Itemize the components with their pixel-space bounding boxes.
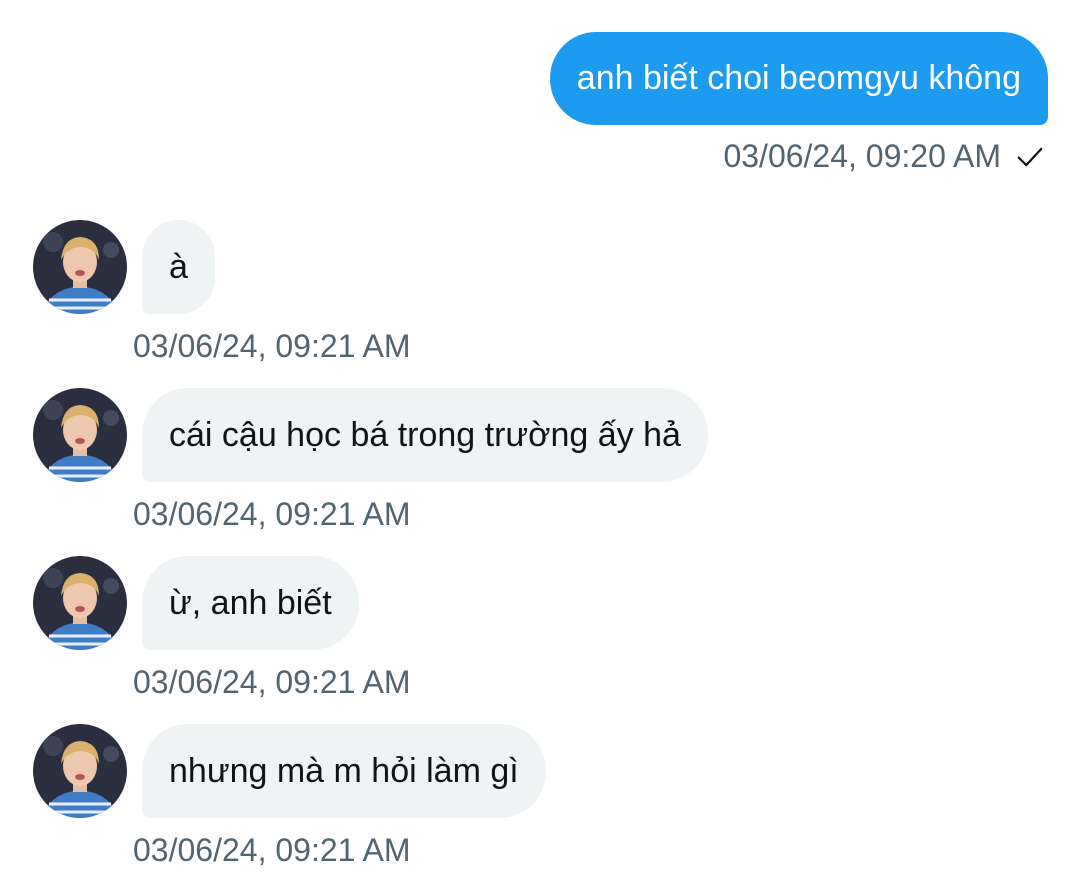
- avatar[interactable]: [33, 220, 127, 314]
- sent-message-bubble[interactable]: anh biết choi beomgyu không: [549, 32, 1048, 125]
- sent-message-timestamp: 03/06/24, 09:20 AM: [723, 138, 1001, 174]
- received-message: nhưng mà m hỏi làm gì 03/06/24, 09:21 AM: [0, 724, 1065, 868]
- received-message-bubble[interactable]: ừ, anh biết: [142, 556, 359, 650]
- received-message-text: cái cậu học bá trong trường ấy hả: [169, 415, 681, 454]
- received-message-bubble[interactable]: à: [142, 220, 215, 314]
- received-message-text: ừ, anh biết: [169, 583, 332, 622]
- sent-message-meta: 03/06/24, 09:20 AM: [723, 138, 1045, 175]
- checkmark-icon: [1017, 147, 1043, 166]
- received-message-text: à: [169, 247, 188, 286]
- sent-message-text: anh biết choi beomgyu không: [576, 59, 1021, 97]
- received-message: à 03/06/24, 09:21 AM: [0, 220, 1065, 364]
- received-message-text: nhưng mà m hỏi làm gì: [169, 751, 519, 790]
- received-message-bubble[interactable]: nhưng mà m hỏi làm gì: [142, 724, 546, 818]
- received-message: cái cậu học bá trong trường ấy hả 03/06/…: [0, 388, 1065, 532]
- avatar[interactable]: [33, 724, 127, 818]
- received-message-timestamp: 03/06/24, 09:21 AM: [133, 328, 411, 364]
- avatar[interactable]: [33, 388, 127, 482]
- received-message: ừ, anh biết 03/06/24, 09:21 AM: [0, 556, 1065, 700]
- received-message-timestamp: 03/06/24, 09:21 AM: [133, 832, 411, 868]
- received-message-timestamp: 03/06/24, 09:21 AM: [133, 664, 411, 700]
- received-message-timestamp: 03/06/24, 09:21 AM: [133, 496, 411, 532]
- avatar[interactable]: [33, 556, 127, 650]
- received-message-bubble[interactable]: cái cậu học bá trong trường ấy hả: [142, 388, 708, 482]
